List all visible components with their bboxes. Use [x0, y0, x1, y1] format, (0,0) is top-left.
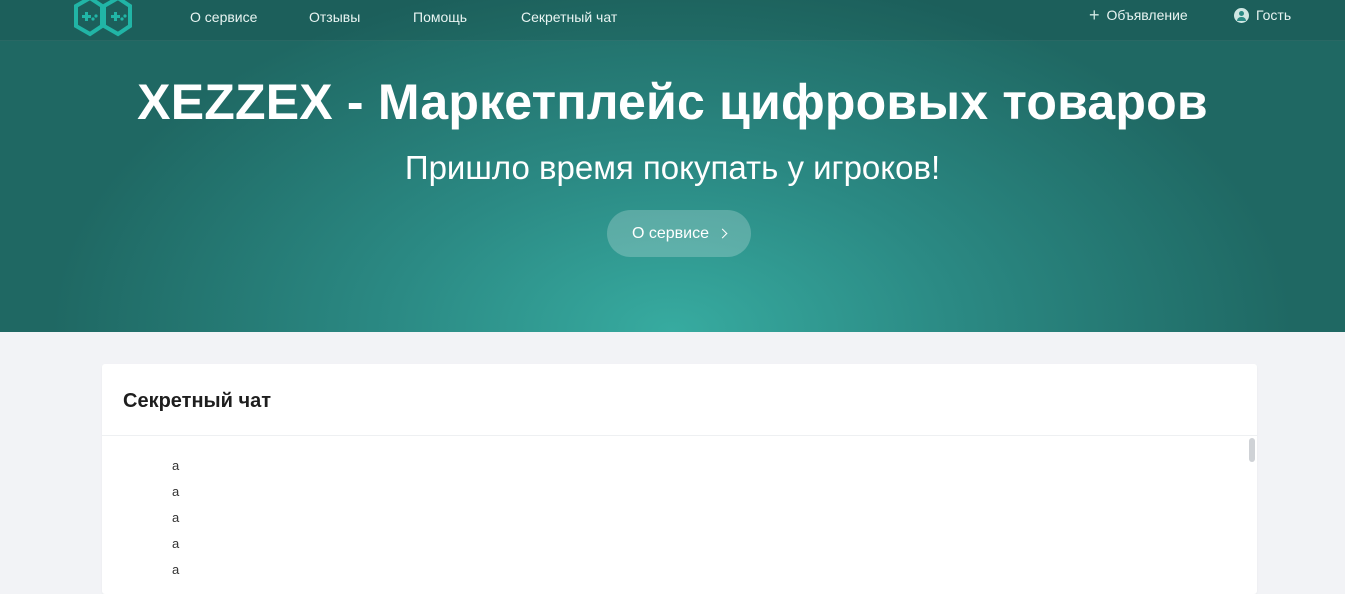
add-listing-button[interactable]: + Объявление: [1089, 5, 1188, 25]
hero-subtitle: Пришло время покупать у игроков!: [404, 149, 941, 186]
user-circle-icon: [1234, 7, 1249, 23]
chat-message: a: [172, 458, 180, 473]
nav-link-secret-chat[interactable]: Секретный чат: [521, 9, 617, 25]
nav-link-reviews[interactable]: Отзывы: [309, 9, 360, 25]
message-list: a a a a a: [172, 458, 179, 588]
hero-title: XEZZEX - Маркетплейс цифровых товаров: [137, 74, 1208, 130]
chat-message: a: [172, 484, 180, 499]
plus-icon: +: [1089, 5, 1100, 25]
chevron-right-icon: [717, 228, 728, 239]
chat-title: Секретный чат: [102, 364, 1257, 436]
chat-message: a: [172, 510, 180, 525]
chat-messages-area[interactable]: a a a a a: [102, 436, 1257, 594]
gamepad-hex-logo[interactable]: [62, 0, 138, 38]
hero-banner: О сервисе Отзывы Помощь Секретный чат + …: [0, 0, 1345, 332]
about-service-label: О сервисе: [631, 224, 710, 242]
secret-chat-card: Секретный чат a a a a a: [102, 364, 1257, 594]
chat-message: a: [172, 536, 180, 551]
scrollbar-thumb[interactable]: [1249, 438, 1255, 462]
nav-link-help[interactable]: Помощь: [413, 9, 467, 25]
add-listing-label: Объявление: [1106, 7, 1188, 23]
about-service-button[interactable]: О сервисе: [607, 210, 751, 257]
guest-label: Гость: [1256, 7, 1292, 23]
top-navbar: О сервисе Отзывы Помощь Секретный чат + …: [0, 0, 1345, 41]
guest-user-menu[interactable]: Гость: [1234, 7, 1291, 23]
nav-link-about[interactable]: О сервисе: [190, 9, 257, 25]
chat-scrollbar[interactable]: [1247, 436, 1257, 594]
chat-message: a: [172, 562, 180, 577]
